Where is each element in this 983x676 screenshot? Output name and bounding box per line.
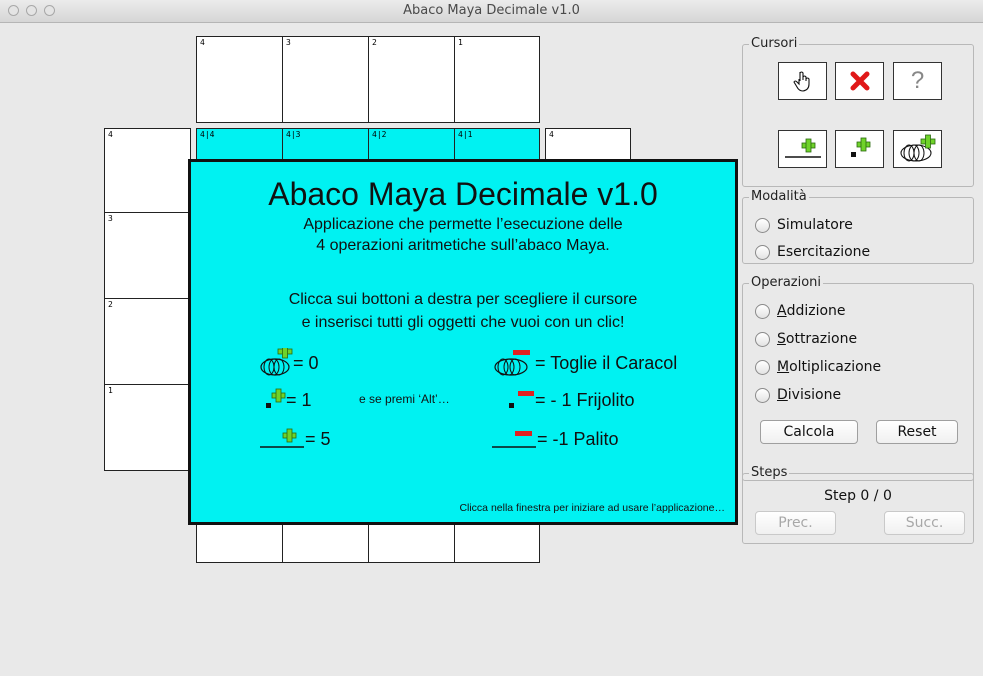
steps-panel: Steps Step 0 / 0 Prec. Succ. (742, 465, 974, 544)
window-titlebar: Abaco Maya Decimale v1.0 (0, 0, 983, 23)
splash-line: 4 operazioni aritmetiche sull’abaco Maya… (316, 237, 610, 254)
steps-title: Steps (749, 465, 790, 480)
legend-caracol: = 0 (259, 348, 319, 378)
step-counter: Step 0 / 0 (824, 488, 892, 504)
help-icon: ? (910, 67, 925, 94)
cell-label: 3 (108, 214, 113, 223)
splash-footer: Clicca nella finestra per iniziare ad us… (459, 502, 725, 514)
splash-line: e inserisci tutti gli oggetti che vuoi c… (301, 314, 625, 331)
cell-label: 4 (549, 130, 554, 139)
legend-palito: = 5 (259, 426, 331, 452)
prev-step-button[interactable]: Prec. (755, 511, 836, 535)
cell-label: 1 (108, 386, 113, 395)
cursori-title: Cursori (749, 36, 800, 51)
radio-circle[interactable] (755, 303, 770, 319)
frijolito-add-icon (850, 137, 870, 157)
legend-remove-frijolito: = - 1 Frijolito (507, 387, 635, 413)
legend-remove-frijolito-text: = - 1 Frijolito (535, 389, 635, 410)
hand-pointer-icon (792, 71, 810, 92)
calcola-button[interactable]: Calcola (760, 420, 858, 444)
radio-label: ottrazione (785, 331, 858, 347)
cell-label: 1 (458, 38, 463, 47)
add-palito-button[interactable] (778, 130, 827, 168)
mnemonic-letter: A (777, 303, 787, 319)
palito-remove-icon (492, 431, 536, 448)
radio-addizione[interactable]: Addizione (755, 303, 846, 319)
cell-label: 4|4 (200, 130, 215, 139)
cell-label: 2 (108, 300, 113, 309)
delete-cursor-button[interactable] (835, 62, 884, 100)
radio-circle[interactable] (755, 244, 770, 260)
radio-esercitazione[interactable]: Esercitazione (755, 244, 870, 260)
mnemonic-letter: M (777, 359, 790, 375)
splash-screen[interactable]: Abaco Maya Decimale v1.0 Applicazione ch… (188, 159, 738, 525)
app-content: 4 3 2 1 4|4 4|3 4|2 4|1 4 3 2 1 4 Abaco … (0, 23, 983, 676)
palito-add-icon (784, 138, 821, 158)
grid-cell-top[interactable]: 2 (368, 36, 455, 123)
radio-label: ivisione (787, 387, 842, 403)
caracol-add-icon (260, 348, 293, 376)
mnemonic-letter: D (777, 387, 788, 403)
next-step-button[interactable]: Succ. (884, 511, 965, 535)
reset-button[interactable]: Reset (876, 420, 958, 444)
add-caracol-button[interactable] (893, 130, 942, 168)
radio-label: Esercitazione (777, 244, 871, 260)
radio-label: ddizione (786, 303, 846, 319)
operazioni-title: Operazioni (749, 275, 824, 290)
grid-cell-top[interactable]: 4 (196, 36, 283, 123)
window-title: Abaco Maya Decimale v1.0 (403, 3, 580, 18)
delete-x-icon (850, 71, 869, 91)
cell-label: 4|2 (372, 130, 387, 139)
legend-frijolito: = 1 (264, 387, 312, 413)
help-button[interactable]: ? (893, 62, 942, 100)
caracol-remove-icon (494, 350, 530, 376)
grid-cell-top[interactable]: 1 (454, 36, 540, 123)
legend-caracol-value: = 0 (293, 352, 319, 373)
radio-divisione[interactable]: Divisione (755, 387, 841, 403)
radio-sottrazione[interactable]: Sottrazione (755, 331, 857, 347)
legend-remove-palito-text: = -1 Palito (537, 428, 619, 449)
modalita-title: Modalità (749, 189, 809, 204)
hand-cursor-button[interactable] (778, 62, 827, 100)
grid-cell-left[interactable]: 3 (104, 212, 191, 299)
splash-title: Abaco Maya Decimale v1.0 (268, 176, 658, 212)
radio-circle[interactable] (755, 387, 770, 403)
legend-palito-value: = 5 (305, 428, 331, 449)
cell-label: 4|3 (286, 130, 301, 139)
palito-add-icon (260, 428, 304, 448)
grid-cell-left[interactable]: 4 (104, 128, 191, 215)
radio-circle[interactable] (755, 331, 770, 347)
cursori-panel: Cursori ? (742, 36, 974, 187)
frijolito-remove-icon (509, 391, 534, 408)
cell-label: 2 (372, 38, 377, 47)
grid-cell-top[interactable]: 3 (282, 36, 369, 123)
legend-remove-caracol: = Toglie il Caracol (489, 348, 677, 378)
legend-remove-caracol-text: = Toglie il Caracol (535, 352, 678, 373)
cell-label: 4 (200, 38, 205, 47)
splash-line: Applicazione che permette l’esecuzione d… (303, 216, 623, 233)
mnemonic-letter: S (777, 331, 786, 347)
radio-circle[interactable] (755, 217, 770, 233)
cell-label: 3 (286, 38, 291, 47)
alt-hint: e se premi ‘Alt’… (359, 392, 450, 406)
grid-cell-left[interactable]: 2 (104, 298, 191, 385)
radio-label: Simulatore (777, 217, 853, 233)
operazioni-panel: Operazioni Addizione Sottrazione Moltipl… (742, 275, 974, 481)
add-frijolito-button[interactable] (835, 130, 884, 168)
cell-label: 4|1 (458, 130, 473, 139)
legend-frijolito-value: = 1 (286, 389, 312, 410)
caracol-add-icon (899, 134, 935, 162)
radio-circle[interactable] (755, 359, 770, 375)
radio-moltiplicazione[interactable]: Moltiplicazione (755, 359, 881, 375)
modalita-panel: Modalità Simulatore Esercitazione (742, 189, 974, 264)
splash-line: Clicca sui bottoni a destra per sceglier… (288, 291, 638, 308)
frijolito-add-icon (266, 388, 286, 408)
grid-cell-left[interactable]: 1 (104, 384, 191, 471)
radio-simulatore[interactable]: Simulatore (755, 217, 853, 233)
legend-remove-palito: = -1 Palito (491, 426, 619, 452)
radio-label: oltiplicazione (789, 359, 882, 375)
cell-label: 4 (108, 130, 113, 139)
